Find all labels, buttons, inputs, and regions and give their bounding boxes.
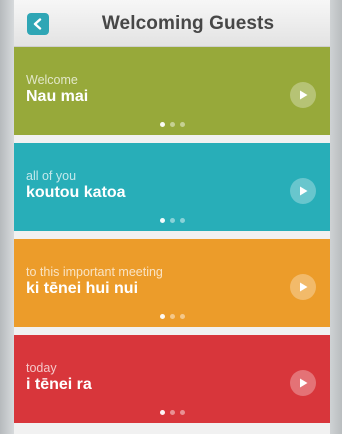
phrase-card-today[interactable]: today i tēnei ra xyxy=(14,335,330,423)
phrase-card-all-of-you[interactable]: all of you koutou katoa xyxy=(14,143,330,231)
page-dot[interactable] xyxy=(159,410,165,415)
phrase-maori: Nau mai xyxy=(26,88,89,105)
play-icon xyxy=(300,282,308,292)
page-dot[interactable] xyxy=(169,122,175,127)
play-icon xyxy=(300,90,308,100)
chevron-left-icon xyxy=(33,18,42,30)
play-icon xyxy=(300,186,308,196)
phrase-english: Welcome xyxy=(26,73,78,87)
page-dot[interactable] xyxy=(159,314,165,319)
phrase-card-welcome[interactable]: Welcome Nau mai xyxy=(14,47,330,135)
page-dot[interactable] xyxy=(169,410,175,415)
back-button[interactable] xyxy=(27,13,49,35)
page-indicator xyxy=(14,410,330,415)
page-indicator xyxy=(14,122,330,127)
phrase-maori: i tēnei ra xyxy=(26,376,92,393)
page-dot[interactable] xyxy=(169,314,175,319)
page-title: Welcoming Guests xyxy=(101,13,275,34)
phrase-english: today xyxy=(26,361,57,375)
device-frame-right xyxy=(330,0,342,434)
play-button[interactable] xyxy=(290,370,316,396)
play-button[interactable] xyxy=(290,274,316,300)
page-dot[interactable] xyxy=(179,218,185,223)
page-dot[interactable] xyxy=(179,122,185,127)
play-icon xyxy=(300,378,308,388)
play-button[interactable] xyxy=(290,178,316,204)
phrase-maori: koutou katoa xyxy=(26,184,126,201)
phrase-english: to this important meeting xyxy=(26,265,163,279)
phrase-card-important-meeting[interactable]: to this important meeting ki tēnei hui n… xyxy=(14,239,330,327)
page-indicator xyxy=(14,314,330,319)
phrase-maori: ki tēnei hui nui xyxy=(26,280,139,297)
phrase-english: all of you xyxy=(26,169,77,183)
page-dot[interactable] xyxy=(179,314,185,319)
app-screen: Welcoming Guests Welcome Nau mai all of … xyxy=(14,0,330,434)
play-button[interactable] xyxy=(290,82,316,108)
navigation-bar: Welcoming Guests xyxy=(14,0,330,47)
page-dot[interactable] xyxy=(169,218,175,223)
page-dot[interactable] xyxy=(159,218,165,223)
device-frame-left xyxy=(0,0,14,434)
page-indicator xyxy=(14,218,330,223)
page-dot[interactable] xyxy=(179,410,185,415)
page-dot[interactable] xyxy=(159,122,165,127)
